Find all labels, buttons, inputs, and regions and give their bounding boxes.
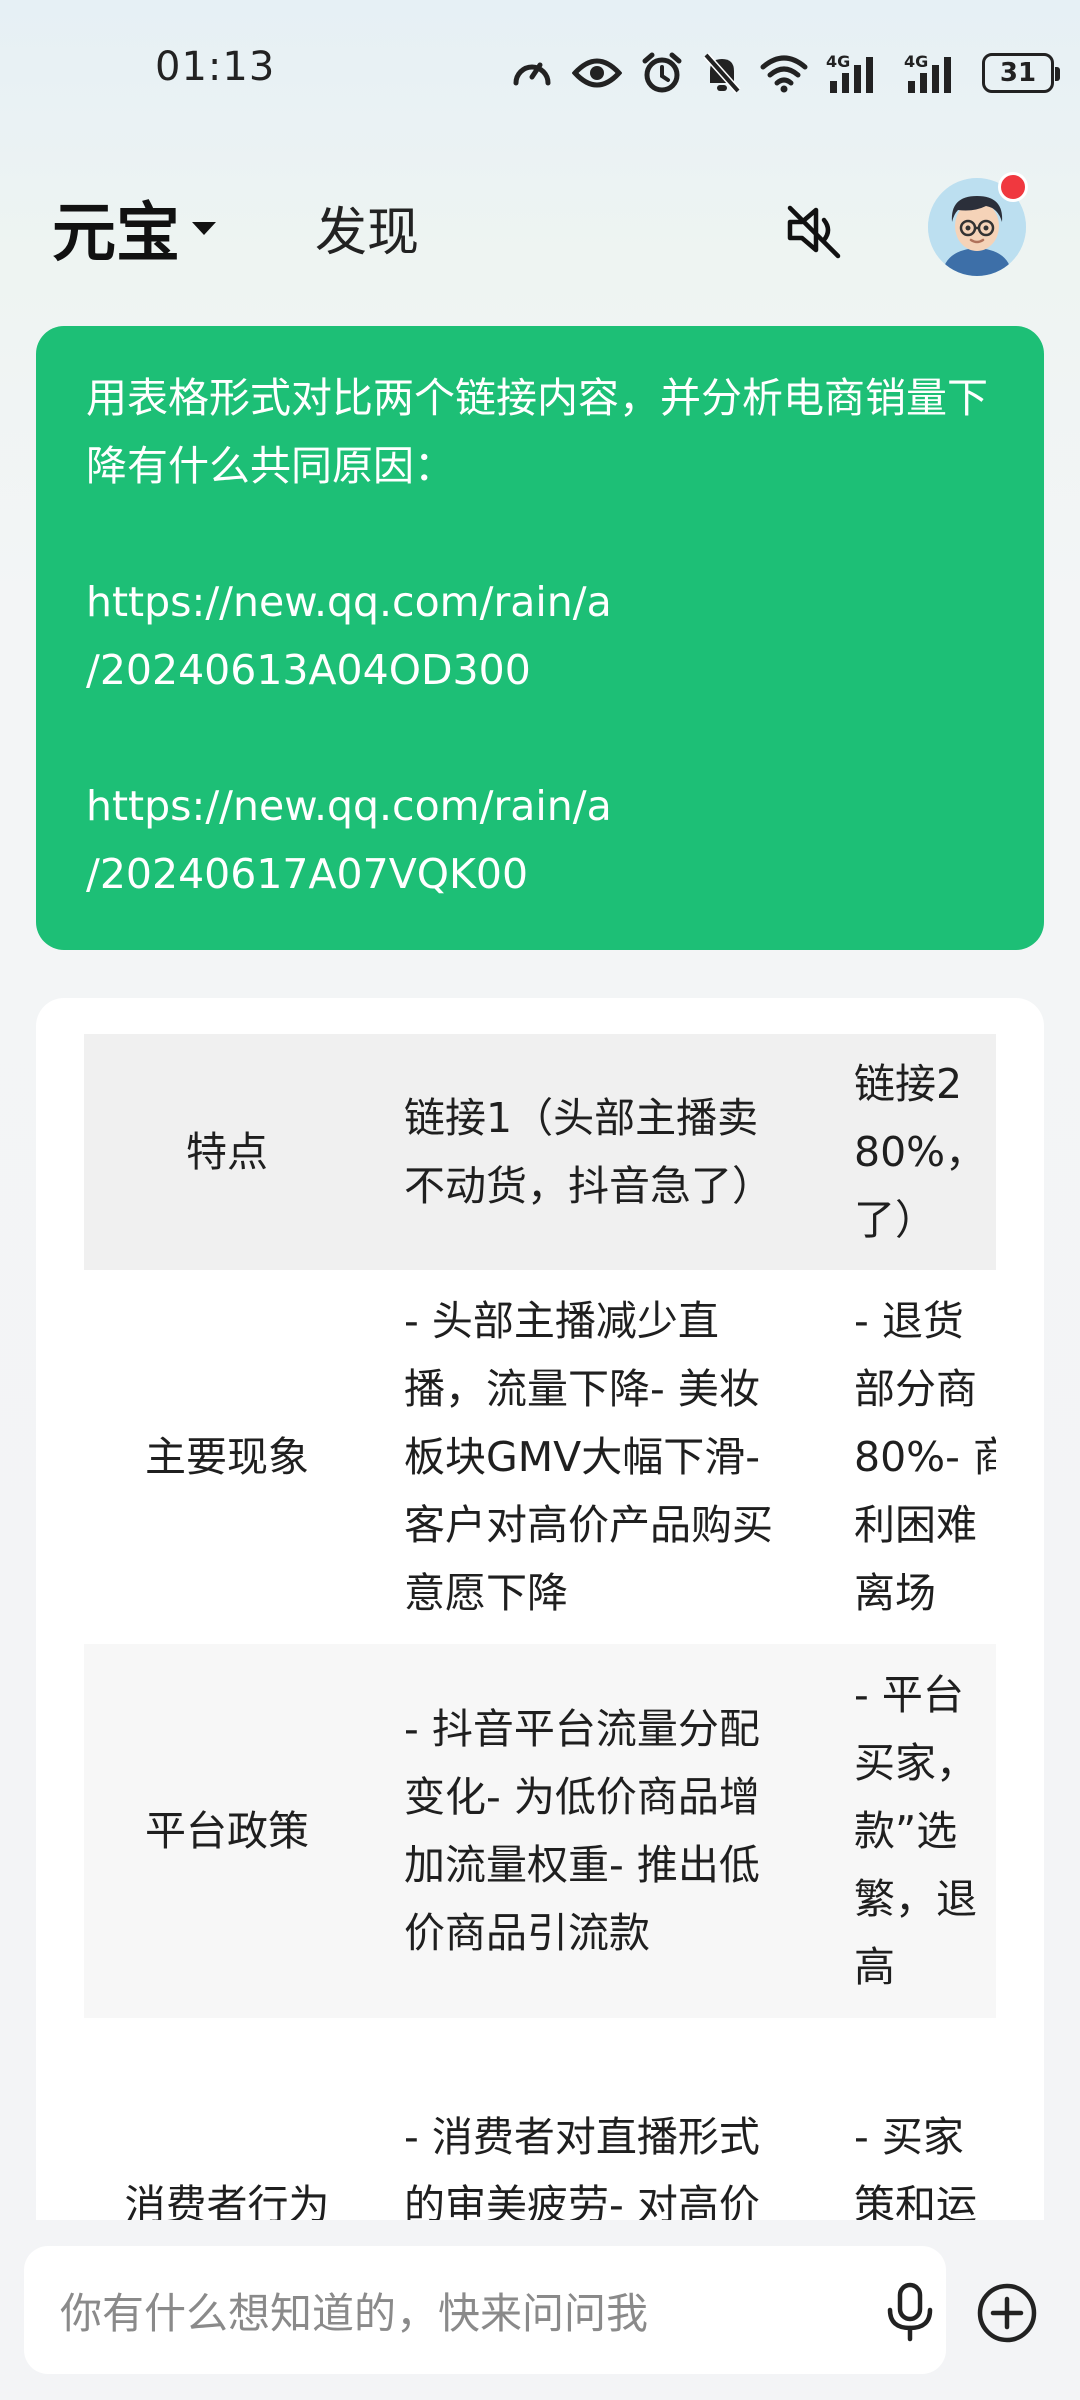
table-cell-text: - 头部主播减少直播，流量下降- 美妆板块GMV大幅下滑- 客户对高价产品购买意… (404, 1297, 773, 1617)
network-label-1: 4G (826, 52, 850, 71)
table-row: 主要现象 - 头部主播减少直播，流量下降- 美妆板块GMV大幅下滑- 客户对高价… (84, 1270, 996, 1644)
status-icons: 4G 4G 31 (510, 46, 1060, 100)
microphone-icon (887, 2282, 933, 2342)
comparison-table-scroll[interactable]: 特点 链接1（头部主播卖不动货，抖音急了） 链接2 80%， 了） 主要现象 -… (84, 1034, 996, 2400)
add-button[interactable] (976, 2282, 1038, 2344)
table-cell: - 头部主播减少直播，流量下降- 美妆板块GMV大幅下滑- 客户对高价产品购买意… (370, 1270, 820, 1644)
table-cell-label: 平台政策 (145, 1807, 309, 1855)
table-cell: - 退货 部分商 80%- 商 利困难 离场 (820, 1270, 996, 1644)
app-header: 元宝 发现 (0, 160, 1080, 290)
table-row: 平台政策 - 抖音平台流量分配变化- 为低价商品增加流量权重- 推出低价商品引流… (84, 1644, 996, 2018)
table-cell-text: - 抖音平台流量分配变化- 为低价商品增加流量权重- 推出低价商品引流款 (404, 1705, 760, 1957)
comparison-table: 特点 链接1（头部主播卖不动货，抖音急了） 链接2 80%， 了） 主要现象 -… (84, 1034, 996, 2392)
table-cell: - 抖音平台流量分配变化- 为低价商品增加流量权重- 推出低价商品引流款 (370, 1644, 820, 2018)
app-title: 元宝 (52, 196, 180, 271)
user-message-bubble[interactable]: 用表格形式对比两个链接内容，并分析电商销量下降有什么共同原因： https://… (36, 326, 1044, 950)
signal-4g-icon-1: 4G (826, 52, 873, 93)
wifi-icon (760, 55, 808, 93)
table-header-cell: 特点 (186, 1128, 268, 1176)
bottom-input-bar: 你有什么想知道的，快来问问我 (0, 2220, 1080, 2400)
table-header-text: 链接2 80%， 了） (854, 1060, 987, 1244)
bell-muted-icon (703, 52, 741, 94)
table-header-cell: 链接2 80%， 了） (820, 1034, 996, 1270)
user-message-text[interactable]: 用表格形式对比两个链接内容，并分析电商销量下降有什么共同原因： https://… (86, 364, 994, 908)
table-header-text: 链接1（头部主播卖不动货，抖音急了） (404, 1094, 773, 1210)
voice-input-button[interactable] (882, 2282, 938, 2342)
table-cell-text: - 退货 部分商 80%- 商 利困难 离场 (854, 1297, 996, 1617)
eye-icon (572, 58, 622, 88)
table-cell-text: - 平台 买家， 款”选 繁，退 高 (854, 1671, 977, 1991)
app-switcher[interactable]: 元宝 (52, 182, 218, 274)
tab-discover[interactable]: 发现 (315, 190, 419, 265)
chevron-down-icon (192, 222, 216, 235)
plus-circle-icon (977, 2283, 1037, 2343)
alarm-icon (642, 52, 682, 93)
status-time: 01:13 (155, 44, 276, 90)
battery-indicator: 31 (982, 53, 1060, 93)
speaker-muted-icon (787, 205, 841, 259)
table-header-cell: 链接1（头部主播卖不动货，抖音急了） (370, 1034, 820, 1270)
table-header-row: 特点 链接1（头部主播卖不动货，抖音急了） 链接2 80%， 了） (84, 1034, 996, 1270)
chat-input-placeholder: 你有什么想知道的，快来问问我 (60, 2289, 649, 2338)
assistant-reply-card: 特点 链接1（头部主播卖不动货，抖音急了） 链接2 80%， 了） 主要现象 -… (36, 998, 1044, 2400)
signal-4g-icon-2: 4G (904, 52, 951, 93)
status-bar: 01:13 4G 4G 31 (0, 0, 1080, 140)
table-cell-label: 主要现象 (145, 1433, 309, 1481)
speedometer-icon (513, 62, 551, 86)
notification-dot (998, 172, 1028, 202)
network-label-2: 4G (904, 52, 928, 71)
mute-button[interactable] (782, 198, 846, 262)
table-cell: - 平台 买家， 款”选 繁，退 高 (820, 1644, 996, 2018)
chat-input[interactable]: 你有什么想知道的，快来问问我 (24, 2246, 946, 2374)
battery-level: 31 (999, 58, 1037, 88)
